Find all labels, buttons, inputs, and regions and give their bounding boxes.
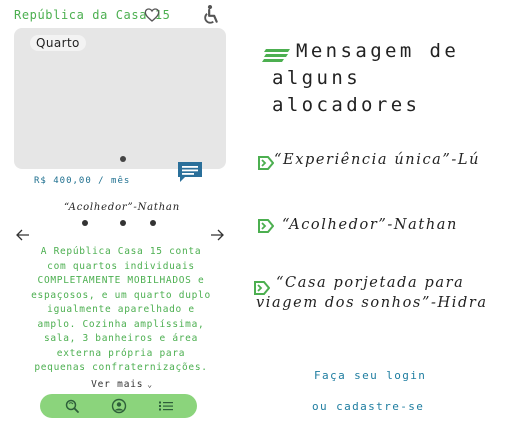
user-circle-icon[interactable]	[111, 398, 127, 414]
quote-dot[interactable]	[120, 220, 126, 226]
room-label: Quarto	[30, 35, 86, 51]
accessibility-icon	[204, 5, 218, 24]
arrow-right-icon[interactable]	[210, 229, 224, 241]
quote-dot[interactable]	[82, 220, 88, 226]
price: R$ 400,00 / mês	[34, 176, 131, 186]
signup-link[interactable]: ou cadastre-se	[312, 400, 424, 413]
quote-carousel-dots	[80, 220, 160, 228]
listing-description: A República Casa 15 conta com quartos in…	[31, 246, 211, 373]
reviews-heading: Mensagem de alguns alocadores	[272, 38, 509, 119]
tag-arrow-icon	[258, 219, 274, 233]
room-photo[interactable]: Quarto	[14, 28, 226, 169]
heading-line-2: alguns alocadores	[272, 67, 421, 116]
heart-outline-icon[interactable]	[144, 7, 160, 23]
tag-arrow-icon	[258, 156, 274, 170]
search-refresh-icon[interactable]	[64, 398, 80, 414]
owner-quote: “Acolhedor”-Nathan	[64, 202, 180, 213]
see-more-link[interactable]: Ver mais ⌄	[0, 379, 244, 390]
photo-carousel-dot[interactable]	[120, 156, 126, 162]
arrow-left-icon[interactable]	[16, 229, 30, 241]
login-link[interactable]: Faça seu login	[314, 369, 426, 382]
chevron-down-icon: ⌄	[147, 380, 153, 389]
review-3-line-1: “Casa porjetada para	[276, 275, 465, 291]
list-icon[interactable]	[158, 398, 174, 414]
review-2: “Acolhedor”-Nathan	[282, 217, 458, 233]
review-3-line-2: viagem dos sonhos”-Hidra	[256, 295, 488, 311]
review-1: “Experiência única”-Lú	[274, 152, 481, 168]
listing-header: República da Casa 15	[14, 4, 224, 26]
chat-bubble-icon[interactable]	[176, 160, 204, 184]
heading-line-1: Mensagem de	[296, 40, 460, 62]
bottom-nav	[40, 394, 197, 418]
quote-dot[interactable]	[150, 220, 156, 226]
see-more-label: Ver mais	[91, 379, 144, 390]
listing-panel: República da Casa 15 Quarto R$ 400,00 / …	[0, 0, 240, 428]
